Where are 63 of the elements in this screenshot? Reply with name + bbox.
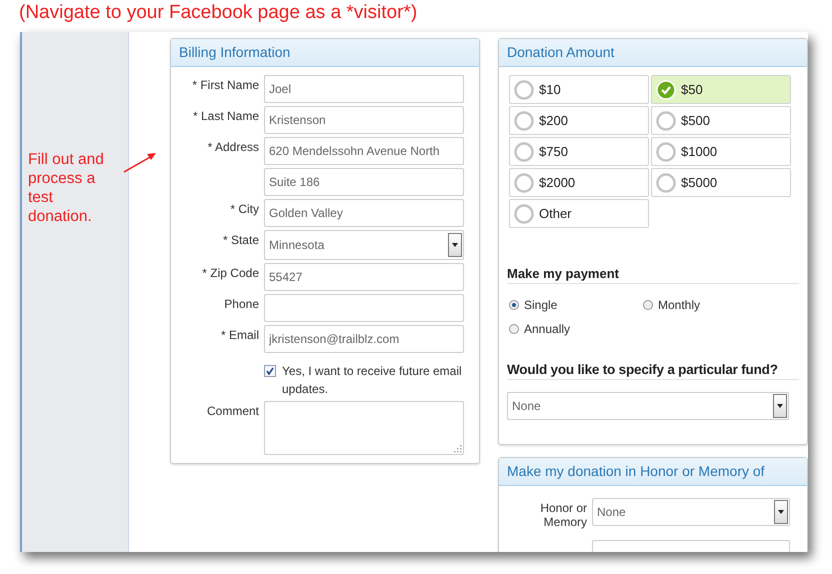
input-field[interactable]	[264, 294, 464, 322]
radio-circle-icon	[656, 172, 676, 192]
annotation-arrow	[122, 150, 158, 174]
dropdown-button[interactable]	[773, 394, 787, 418]
field-label: * Email	[220, 327, 259, 344]
panel-title: Make my donation in Honor or Memory of	[499, 458, 807, 486]
caret-icon	[452, 243, 458, 247]
amount-option[interactable]: $750	[509, 137, 649, 166]
checkbox[interactable]	[264, 365, 276, 377]
amount-option[interactable]: $10	[509, 75, 649, 104]
radio-circle-icon	[514, 142, 534, 162]
field-label: Comment	[206, 403, 259, 420]
field-label: * Address	[206, 139, 259, 156]
section-heading: Would you like to specify a particular fund?	[507, 362, 799, 380]
field-label: * Last Name	[192, 108, 259, 125]
section-heading: Make my payment	[507, 266, 799, 284]
radio-label: Annually	[524, 322, 570, 336]
resize-grip-icon	[454, 445, 462, 453]
caret-icon	[778, 510, 784, 514]
input-field[interactable]: Kristenson	[264, 106, 464, 134]
field-label: * City	[229, 201, 259, 218]
select-field[interactable]: Minnesota	[264, 230, 464, 260]
radio-button[interactable]	[509, 300, 519, 310]
field-label: Honor or Memory	[539, 500, 587, 530]
amount-option[interactable]: Other	[509, 199, 649, 228]
amount-option[interactable]: $50	[651, 75, 791, 104]
radio-label: Monthly	[658, 298, 700, 312]
panel-title: Billing Information	[171, 39, 479, 67]
select-field[interactable]: None	[507, 392, 789, 420]
caret-icon	[777, 404, 783, 408]
amount-option[interactable]: $200	[509, 106, 649, 135]
field-label: * State	[222, 232, 259, 249]
checkbox-label: Yes, I want to receive future email updates.	[282, 363, 463, 398]
radio-button[interactable]	[509, 324, 519, 334]
input-field[interactable]: 55427	[264, 263, 464, 291]
radio-label: Single	[524, 298, 558, 312]
input-field[interactable]: 620 Mendelssohn Avenue North	[264, 137, 464, 165]
field-label: * Zip Code	[201, 265, 259, 282]
radio-circle-icon	[514, 172, 534, 192]
radio-circle-icon	[514, 110, 534, 130]
radio-circle-icon	[656, 142, 676, 162]
panel-title: Donation Amount	[499, 39, 807, 67]
amount-option[interactable]: $5000	[651, 168, 791, 197]
radio-circle-icon	[514, 204, 534, 224]
radio-button[interactable]	[643, 300, 653, 310]
dropdown-button[interactable]	[448, 233, 462, 257]
input-field[interactable]: Suite 186	[264, 168, 464, 196]
input-field[interactable]: Joel	[264, 75, 464, 103]
radio-circle-icon	[514, 80, 534, 100]
input-field[interactable]: Golden Valley	[264, 199, 464, 227]
check-icon	[656, 80, 676, 100]
field-label: * First Name	[191, 77, 259, 94]
select-field[interactable]: None	[592, 498, 790, 526]
dropdown-button[interactable]	[774, 500, 788, 524]
amount-option[interactable]: $1000	[651, 137, 791, 166]
annotation-text: Fill out and process a test donation.	[28, 150, 105, 226]
input-field[interactable]: jkristenson@trailblz.com	[264, 325, 464, 353]
radio-circle-icon	[656, 110, 676, 130]
amount-option[interactable]: $500	[651, 106, 791, 135]
instruction-caption: (Navigate to your Facebook page as a *visitor*)	[18, 1, 418, 25]
amount-option[interactable]: $2000	[509, 168, 649, 197]
comment-field[interactable]	[264, 401, 464, 455]
field-label: Phone	[223, 296, 259, 313]
